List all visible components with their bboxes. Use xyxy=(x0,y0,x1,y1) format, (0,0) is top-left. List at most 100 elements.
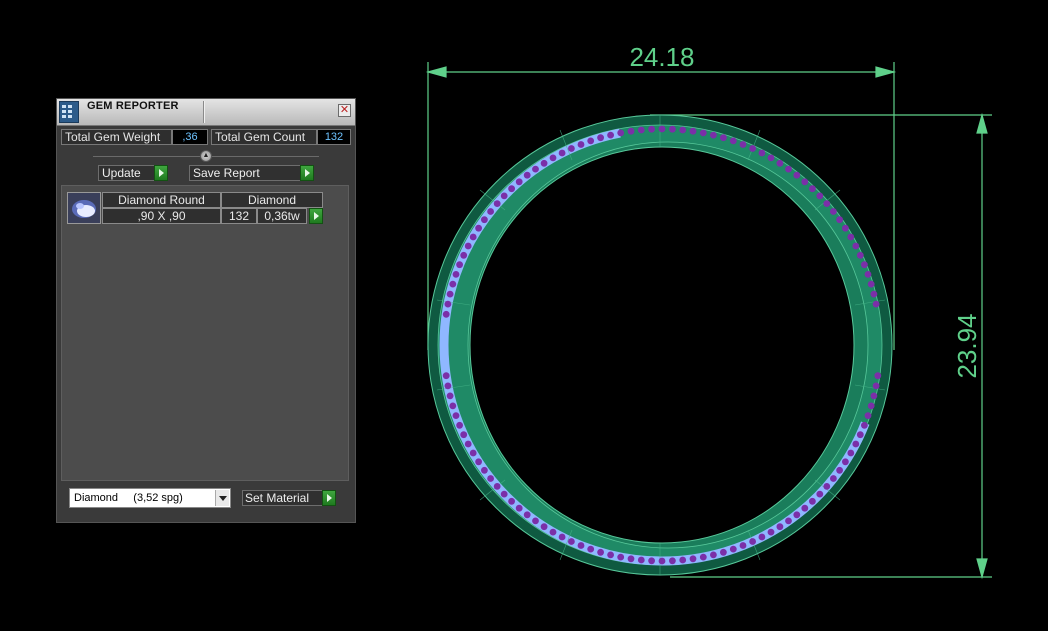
gem-bead xyxy=(720,134,727,142)
save-report-button-label: Save Report xyxy=(193,166,260,180)
gem-bead xyxy=(597,134,604,142)
gem-bead xyxy=(523,171,531,179)
material-select[interactable]: Diamond (3,52 spg) xyxy=(69,488,231,508)
gem-shape-cell: Diamond Round xyxy=(102,192,221,208)
gem-bead xyxy=(767,154,775,162)
gem-bead xyxy=(689,555,697,563)
gem-bead xyxy=(816,192,824,200)
gem-bead xyxy=(515,178,523,186)
gem-bead xyxy=(452,412,460,419)
gem-bead xyxy=(836,466,843,474)
gem-bead xyxy=(508,497,515,505)
gem-bead xyxy=(577,542,585,549)
ring-band xyxy=(427,114,893,576)
list-item[interactable]: Diamond Round Diamond ,90 X ,90 132 0,36… xyxy=(67,192,327,224)
panel-titlebar[interactable]: GEM REPORTER ✕ xyxy=(57,99,355,126)
gem-bead xyxy=(469,233,477,241)
set-material-button[interactable]: Set Material xyxy=(242,490,336,506)
gem-bead xyxy=(508,185,515,193)
play-arrow-icon xyxy=(300,165,314,181)
update-button-label: Update xyxy=(102,166,141,180)
gem-bead xyxy=(870,392,878,400)
gem-bead xyxy=(469,449,477,457)
gem-bead xyxy=(460,251,468,259)
gem-list[interactable]: Diamond Round Diamond ,90 X ,90 132 0,36… xyxy=(61,185,349,481)
gem-bead xyxy=(607,131,614,139)
gem-bead xyxy=(872,382,880,390)
gem-bead xyxy=(856,431,864,439)
title-separator xyxy=(203,101,204,123)
diamond-thumbnail-icon xyxy=(67,192,101,224)
gem-bead xyxy=(481,216,488,224)
gem-bead xyxy=(842,458,849,466)
material-select-value: Diamond (3,52 spg) xyxy=(74,492,183,504)
gem-bead xyxy=(823,200,831,208)
gem-bead xyxy=(870,290,878,298)
gem-bead xyxy=(532,517,539,525)
update-button[interactable]: Update xyxy=(98,165,168,181)
gem-bead xyxy=(549,154,557,162)
gem-material-cell: Diamond xyxy=(221,192,323,208)
gem-bead xyxy=(446,392,454,400)
gem-bead xyxy=(568,145,575,152)
gem-bead xyxy=(842,224,849,232)
gem-bead xyxy=(456,261,463,269)
gem-bead xyxy=(852,242,860,250)
gem-bead xyxy=(515,504,523,512)
gem-bead xyxy=(729,545,737,553)
gem-bead xyxy=(669,557,676,565)
gem-bead xyxy=(523,511,531,519)
gem-reporter-app-icon xyxy=(59,101,79,123)
gem-bead xyxy=(836,216,843,224)
gem-bead xyxy=(739,141,747,148)
total-gem-weight-value: ,36 xyxy=(172,129,208,145)
close-icon[interactable]: ✕ xyxy=(338,104,351,117)
gem-bead xyxy=(658,125,666,133)
panel-title: GEM REPORTER xyxy=(87,100,179,112)
width-dimension-label: 24.18 xyxy=(629,42,695,72)
gem-row-action-button[interactable] xyxy=(307,208,323,224)
gem-bead xyxy=(587,137,595,145)
gem-bead xyxy=(607,551,614,559)
play-arrow-icon xyxy=(154,165,168,181)
gem-bead xyxy=(449,402,457,410)
gem-bead xyxy=(568,538,575,545)
gem-bead xyxy=(861,261,868,269)
gem-bead xyxy=(658,557,666,565)
gem-bead xyxy=(464,242,472,250)
gem-bead xyxy=(739,542,747,549)
collapse-toggle-icon[interactable]: ▲ xyxy=(200,150,212,162)
height-dimension-label: 23.94 xyxy=(952,313,982,379)
gem-bead xyxy=(864,412,872,419)
gem-count-cell: 132 xyxy=(221,208,257,224)
gem-bead xyxy=(487,208,494,215)
gem-bead xyxy=(587,545,595,553)
gem-bead xyxy=(481,466,488,474)
gem-bead xyxy=(637,556,645,564)
gem-bead xyxy=(444,300,452,308)
gem-bead xyxy=(444,382,452,390)
gem-bead xyxy=(475,458,482,466)
gem-bead xyxy=(758,149,766,157)
gem-bead xyxy=(816,490,824,498)
save-report-button[interactable]: Save Report xyxy=(189,165,314,181)
gem-bead xyxy=(710,131,717,139)
gem-bead xyxy=(710,551,717,559)
gem-bead xyxy=(540,159,548,167)
gem-bead xyxy=(809,185,816,193)
gem-bead xyxy=(785,517,792,525)
gem-bead xyxy=(749,145,756,152)
gem-bead xyxy=(823,483,831,490)
gem-bead xyxy=(847,233,855,241)
gem-bead xyxy=(847,449,855,457)
gem-bead xyxy=(679,126,687,134)
gem-bead xyxy=(617,129,625,137)
gem-bead xyxy=(442,372,450,380)
gem-bead xyxy=(549,528,557,536)
set-material-button-label: Set Material xyxy=(245,491,310,505)
gem-bead xyxy=(767,528,775,536)
gem-bead xyxy=(867,402,875,410)
gem-bead xyxy=(487,475,494,482)
gem-bead xyxy=(446,290,454,298)
gem-bead xyxy=(648,125,655,133)
